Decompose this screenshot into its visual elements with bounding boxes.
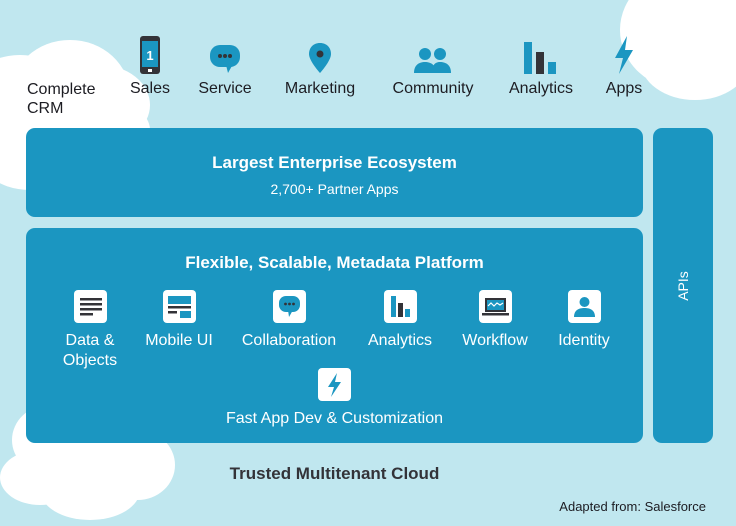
feature-label: Analytics xyxy=(508,80,574,97)
feature-label: Community xyxy=(392,80,474,97)
api-label: APIs xyxy=(675,270,691,301)
foundation-title: Trusted Multitenant Cloud xyxy=(229,464,440,483)
user-icon xyxy=(567,290,601,323)
document-lines-icon xyxy=(73,290,107,323)
complete-crm-label: Complete CRM xyxy=(27,80,95,118)
feature-label: Service xyxy=(198,80,252,97)
capability-fast-app-dev: Fast App Dev & Customization xyxy=(206,368,463,429)
ecosystem-panel: Largest Enterprise Ecosystem 2,700+ Part… xyxy=(26,128,643,217)
capability-collaboration: Collaboration xyxy=(237,290,341,351)
feature-label: Marketing xyxy=(284,80,356,97)
capability-label: Identity xyxy=(558,332,610,349)
people-icon xyxy=(414,47,452,78)
layout-icon xyxy=(162,290,196,323)
capability-mobile-ui: Mobile UI xyxy=(139,290,219,351)
laptop-icon xyxy=(478,290,512,323)
platform-panel: Flexible, Scalable, Metadata Platform Da… xyxy=(26,228,643,443)
map-pin-icon xyxy=(308,42,332,79)
capability-identity: Identity xyxy=(553,290,615,351)
capability-label: Analytics xyxy=(367,332,433,349)
capability-data-objects: Data & Objects xyxy=(60,290,120,371)
ecosystem-title: Largest Enterprise Ecosystem xyxy=(212,153,457,172)
bar-chart-icon xyxy=(524,42,558,79)
bar-chart-icon xyxy=(383,290,417,323)
platform-title: Flexible, Scalable, Metadata Platform xyxy=(185,253,484,272)
feature-label: Apps xyxy=(605,80,643,97)
capability-label-line1: Data & xyxy=(65,332,115,349)
crm-label-line2: CRM xyxy=(27,100,64,117)
feature-label: Sales xyxy=(129,80,171,97)
api-panel: APIs xyxy=(653,128,713,443)
chat-bubble-icon xyxy=(272,290,306,323)
phone-icon: 1 xyxy=(139,36,161,79)
capability-label: Fast App Dev & Customization xyxy=(226,410,443,427)
capability-label: Mobile UI xyxy=(145,332,213,349)
lightning-icon xyxy=(613,36,635,79)
crm-label-line1: Complete xyxy=(27,81,96,98)
capability-label: Data & Objects xyxy=(60,331,120,371)
lightning-icon xyxy=(318,368,351,401)
capability-workflow: Workflow xyxy=(458,290,532,351)
capability-label-line2: Objects xyxy=(62,352,118,369)
capability-analytics: Analytics xyxy=(364,290,436,351)
chat-bubble-icon xyxy=(209,44,241,79)
capability-label: Workflow xyxy=(462,332,528,349)
capability-label: Collaboration xyxy=(241,332,337,349)
ecosystem-subtitle: 2,700+ Partner Apps xyxy=(270,181,399,197)
source-credit: Adapted from: Salesforce xyxy=(559,499,706,514)
svg-text:1: 1 xyxy=(146,48,153,63)
